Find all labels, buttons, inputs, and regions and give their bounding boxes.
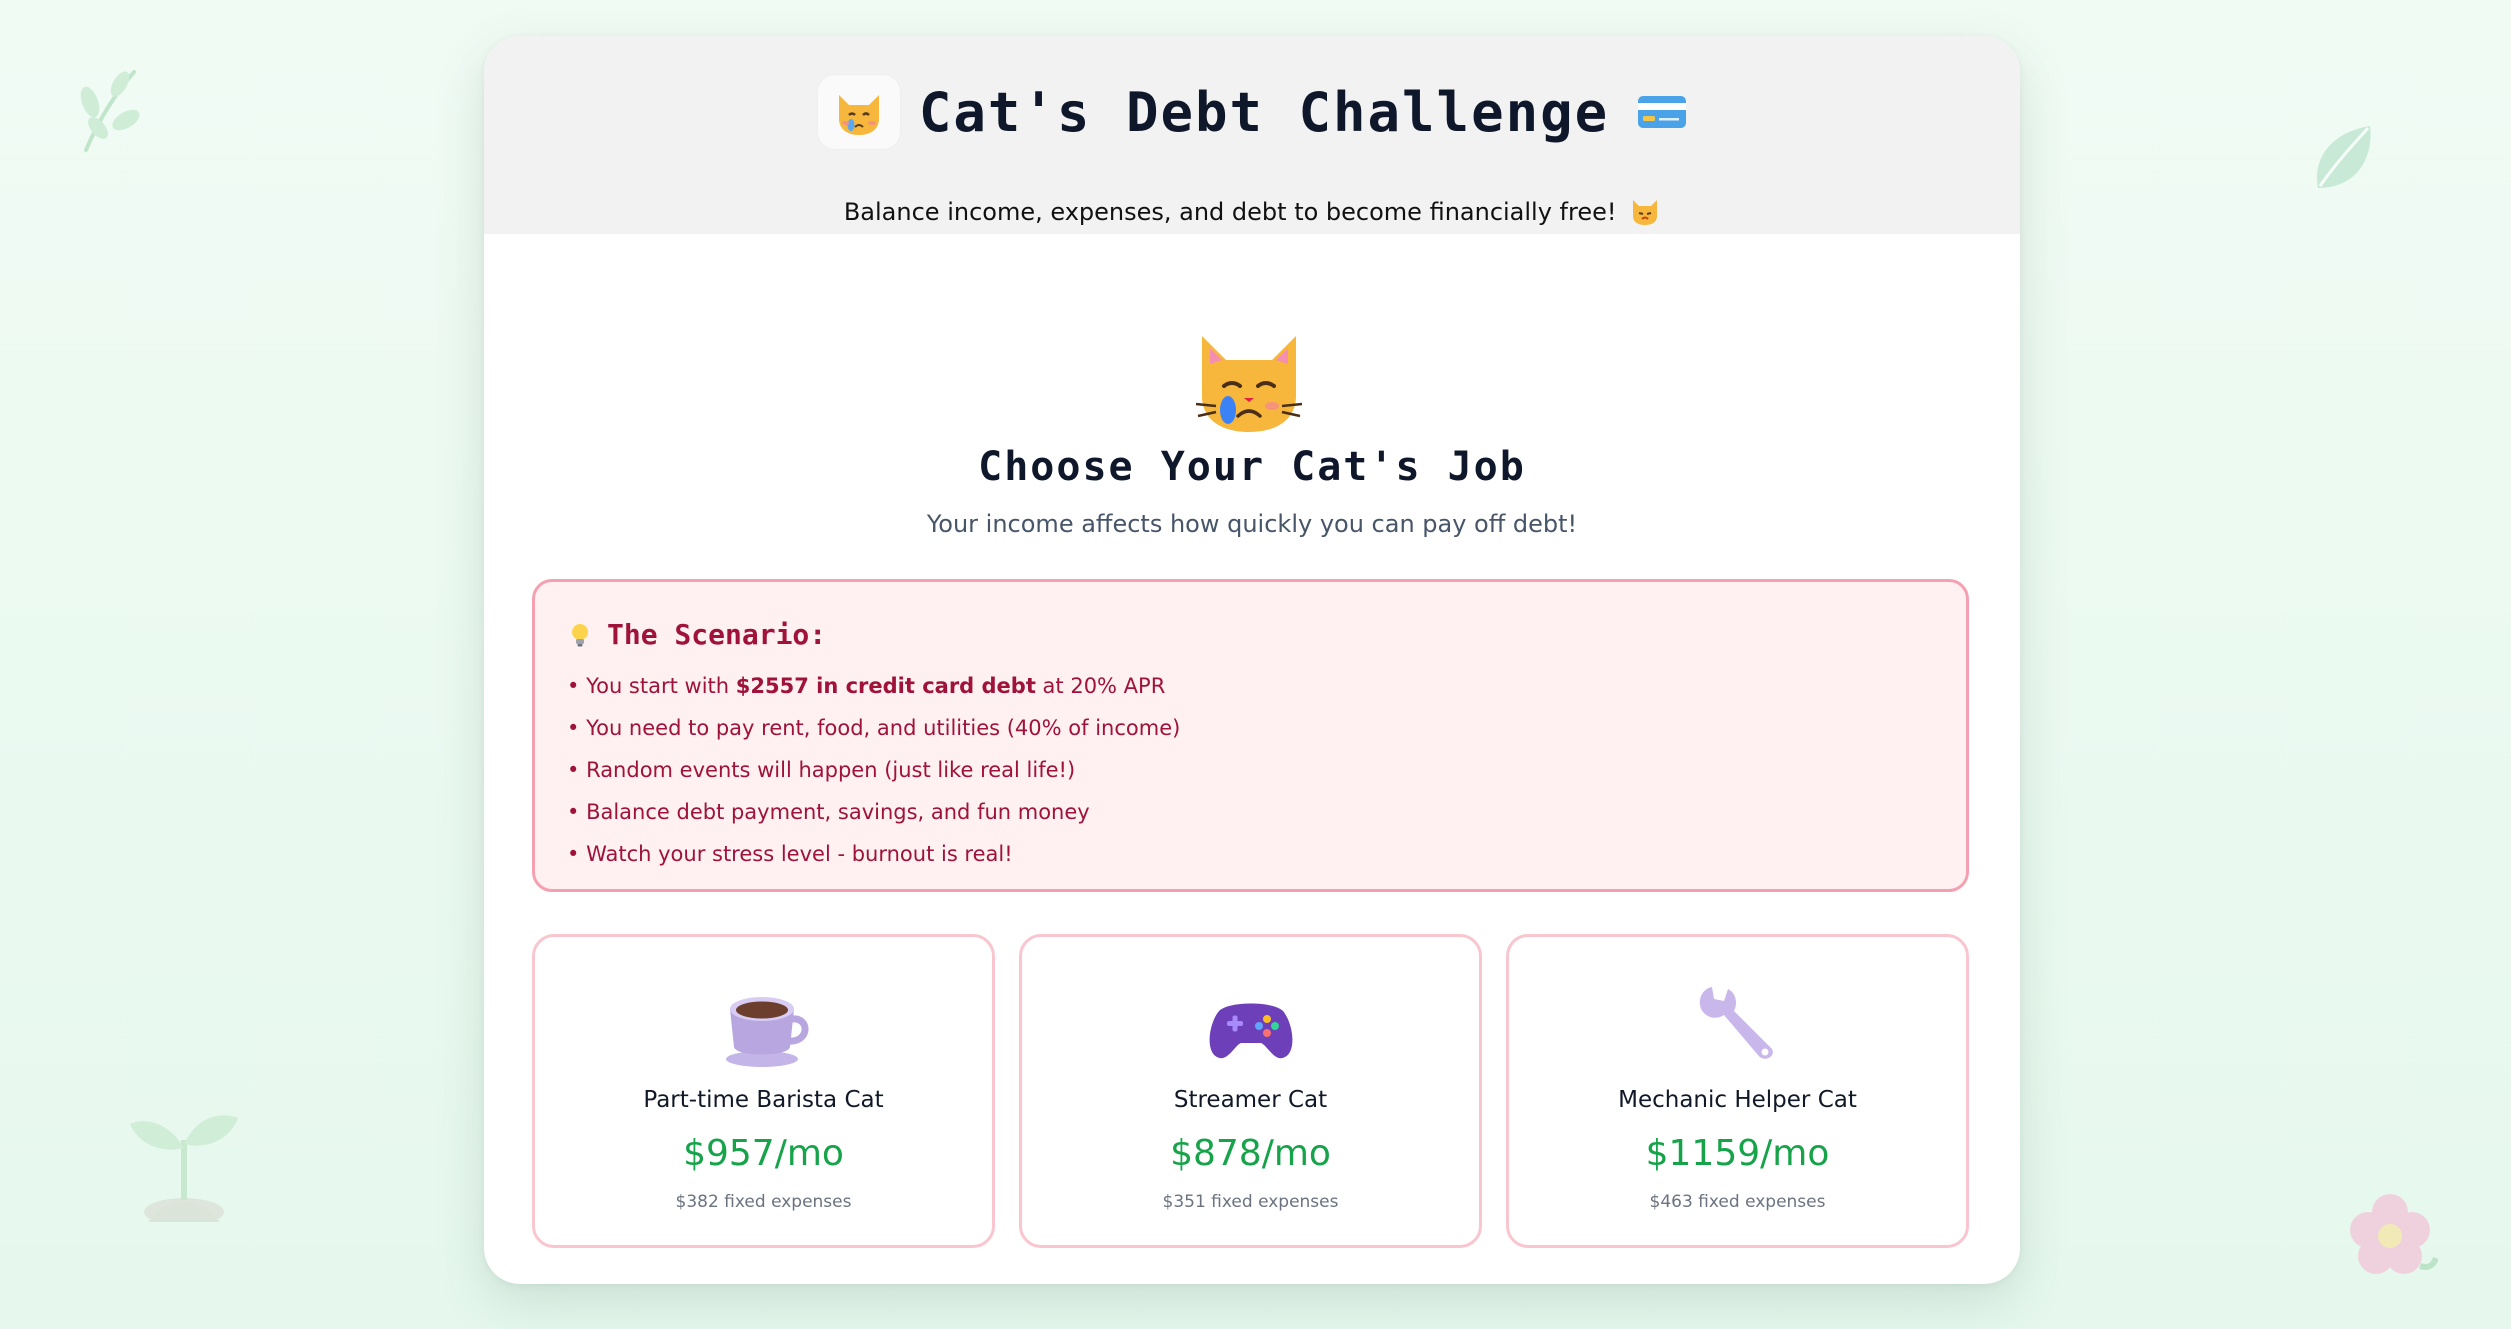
job-fixed-expenses: $463 fixed expenses xyxy=(1649,1192,1826,1212)
crying-cat-icon xyxy=(816,74,901,150)
credit-card-icon xyxy=(1638,96,1687,128)
scenario-item: Watch your stress level - burnout is rea… xyxy=(567,833,1966,875)
job-name: Part-time Barista Cat xyxy=(643,1087,884,1113)
scenario-item-highlight: $2557 in credit card debt xyxy=(735,674,1036,698)
lightbulb-icon xyxy=(572,623,588,646)
job-options: Part-time Barista Cat $957/mo $382 fixed… xyxy=(532,934,1969,1248)
job-income: $1159/mo xyxy=(1645,1133,1830,1174)
job-income: $878/mo xyxy=(1170,1133,1331,1174)
scenario-item: You need to pay rent, food, and utilitie… xyxy=(567,707,1966,749)
header: Cat's Debt Challenge Balance income, exp… xyxy=(484,36,2020,234)
job-fixed-expenses: $382 fixed expenses xyxy=(675,1192,852,1212)
scenario-item: Balance debt payment, savings, and fun m… xyxy=(567,791,1966,833)
job-card-mechanic[interactable]: Mechanic Helper Cat $1159/mo $463 fixed … xyxy=(1506,934,1969,1248)
scenario-item-text: at 20% APR xyxy=(1035,674,1166,698)
scenario-box: The Scenario: You start with $2557 in cr… xyxy=(532,579,1969,892)
job-card-barista[interactable]: Part-time Barista Cat $957/mo $382 fixed… xyxy=(532,934,995,1248)
cat-face-icon xyxy=(1633,200,1658,225)
subtitle-text: Balance income, expenses, and debt to be… xyxy=(843,198,1617,226)
title-row: Cat's Debt Challenge xyxy=(484,74,2020,150)
game-controller-icon xyxy=(1209,1003,1292,1059)
sprout-icon xyxy=(130,1115,238,1222)
scenario-item-text: You start with xyxy=(586,674,736,698)
flower-icon xyxy=(2350,1194,2438,1274)
main-card: Cat's Debt Challenge Balance income, exp… xyxy=(484,36,2020,1284)
scenario-item-text: Random events will happen (just like rea… xyxy=(586,758,1076,782)
page-title: Cat's Debt Challenge xyxy=(918,80,1610,144)
job-income: $957/mo xyxy=(683,1133,844,1174)
job-card-streamer[interactable]: Streamer Cat $878/mo $351 fixed expenses xyxy=(1019,934,1482,1248)
wrench-icon xyxy=(1699,987,1773,1059)
leaf-icon xyxy=(2316,126,2371,188)
leaf-branch-icon xyxy=(80,70,140,152)
crying-cat-icon xyxy=(1195,336,1303,432)
scenario-item-text: You need to pay rent, food, and utilitie… xyxy=(586,716,1181,740)
job-name: Streamer Cat xyxy=(1173,1087,1328,1113)
coffee-cup-icon xyxy=(725,997,808,1067)
scenario-list: You start with $2557 in credit card debt… xyxy=(567,665,1966,875)
page-subtitle: Balance income, expenses, and debt to be… xyxy=(484,196,2020,226)
scenario-item: You start with $2557 in credit card debt… xyxy=(567,665,1966,707)
scenario-item-text: Watch your stress level - burnout is rea… xyxy=(586,842,1013,866)
scenario-item: Random events will happen (just like rea… xyxy=(567,749,1966,791)
job-name: Mechanic Helper Cat xyxy=(1618,1087,1857,1113)
scenario-title-row: The Scenario: xyxy=(567,618,1966,651)
section-subheading: Your income affects how quickly you can … xyxy=(926,510,1578,538)
scenario-title: The Scenario: xyxy=(607,618,827,651)
scenario-item-text: Balance debt payment, savings, and fun m… xyxy=(586,800,1090,824)
section-heading: Choose Your Cat's Job xyxy=(978,444,1526,490)
job-fixed-expenses: $351 fixed expenses xyxy=(1162,1192,1339,1212)
